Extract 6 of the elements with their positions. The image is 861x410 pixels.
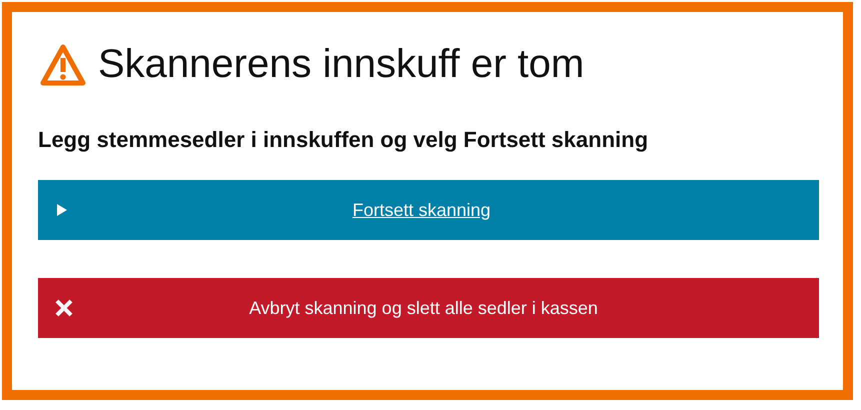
cancel-button[interactable]: Avbryt skanning og slett alle sedler i kassen (38, 278, 819, 338)
continue-button[interactable]: Fortsett skanning (38, 180, 819, 240)
dialog-title: Skannerens innskuff er tom (98, 42, 584, 87)
close-icon (54, 298, 74, 318)
instruction-text: Legg stemmesedler i innskuffen og velg Fortsett skanning (38, 127, 650, 153)
warning-icon (40, 44, 86, 86)
